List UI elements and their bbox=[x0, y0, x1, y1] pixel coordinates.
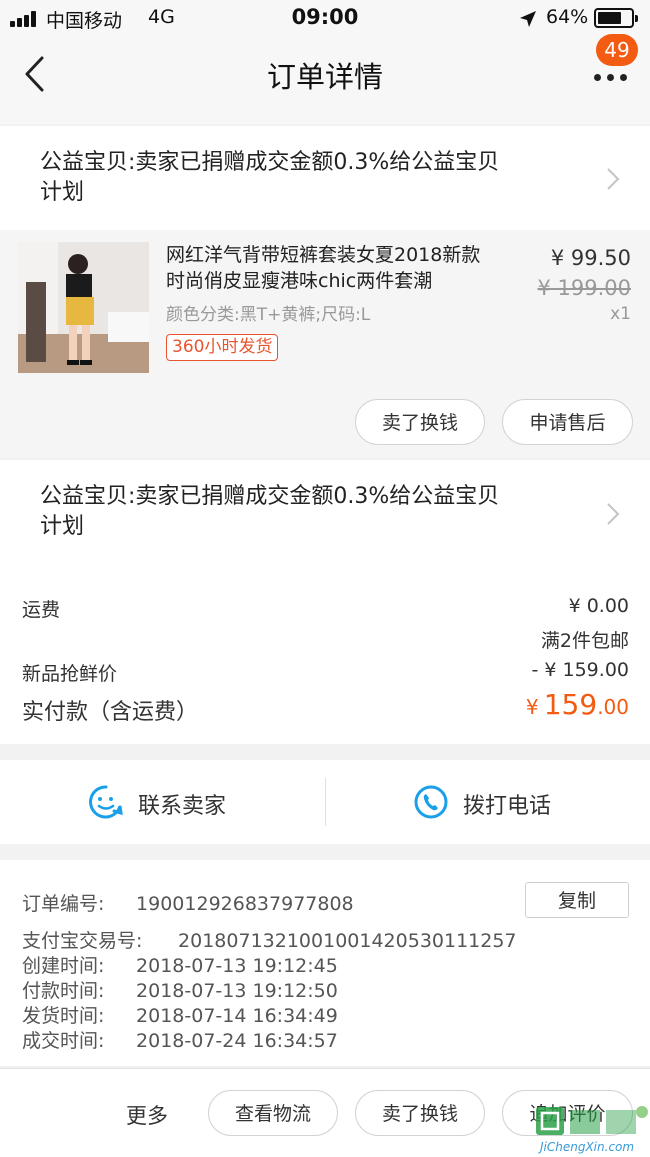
charity-notice-2[interactable]: 公益宝贝:卖家已捐赠成交金额0.3%给公益宝贝 计划 bbox=[0, 460, 650, 564]
shipped-time-label: 发货时间: bbox=[22, 1005, 105, 1027]
site-watermark: JiChengXin.com bbox=[534, 1104, 650, 1156]
shipped-time-row: 发货时间: 2018-07-14 16:34:49 bbox=[22, 1001, 338, 1028]
alipay-trade-number: 2018071321001001420530111257 bbox=[178, 930, 517, 952]
completed-time-label: 成交时间: bbox=[22, 1030, 105, 1052]
product-title[interactable]: 网红洋气背带短裤套装女夏2018新款 时尚俏皮显瘦港味chic两件套潮 bbox=[166, 242, 526, 294]
call-phone-label: 拨打电话 bbox=[463, 794, 552, 819]
alipay-trade-row: 支付宝交易号: 2018071321001001420530111257 bbox=[22, 926, 517, 953]
status-bar: 中国移动 4G 09:00 64% bbox=[0, 0, 650, 38]
paid-time-row: 付款时间: 2018-07-13 19:12:50 bbox=[22, 976, 338, 1003]
notification-badge: 49 bbox=[596, 34, 638, 66]
resell-bottom-button[interactable]: 卖了换钱 bbox=[355, 1090, 485, 1136]
chevron-right-icon bbox=[607, 168, 620, 190]
total-decimal: .00 bbox=[597, 695, 629, 719]
total-integer: 159 bbox=[543, 688, 598, 721]
view-logistics-button[interactable]: 查看物流 bbox=[208, 1090, 338, 1136]
charity-notice-line1: 公益宝贝:卖家已捐赠成交金额0.3%给公益宝贝 bbox=[40, 150, 500, 175]
completed-time: 2018-07-24 16:34:57 bbox=[136, 1030, 338, 1052]
charity-notice-line2: 计划 bbox=[40, 514, 85, 539]
product-thumbnail[interactable] bbox=[18, 242, 149, 373]
location-arrow-icon bbox=[520, 11, 536, 27]
order-number: 190012926837977808 bbox=[136, 893, 354, 915]
more-icon[interactable] bbox=[594, 74, 628, 82]
battery-icon bbox=[594, 8, 638, 28]
charity-notice-line2: 计划 bbox=[40, 180, 85, 205]
total-paid-label: 实付款（含运费） bbox=[22, 700, 199, 725]
original-price: ¥ 199.00 bbox=[537, 276, 631, 300]
product-title-line1: 网红洋气背带短裤套装女夏2018新款 bbox=[166, 244, 481, 266]
completed-time-row: 成交时间: 2018-07-24 16:34:57 bbox=[22, 1026, 338, 1053]
watermark-logo-icon bbox=[536, 1106, 648, 1135]
more-button[interactable]: 更多 bbox=[126, 1100, 168, 1130]
shipping-fee-value: ¥ 0.00 bbox=[568, 595, 629, 617]
created-time: 2018-07-13 19:12:45 bbox=[136, 955, 338, 977]
charity-notice[interactable]: 公益宝贝:卖家已捐赠成交金额0.3%给公益宝贝 计划 bbox=[0, 126, 650, 230]
discount-label: 新品抢鲜价 bbox=[22, 663, 118, 685]
chat-smile-icon bbox=[89, 785, 123, 819]
order-number-row: 订单编号: 190012926837977808 bbox=[22, 889, 354, 916]
page-title: 订单详情 bbox=[266, 60, 383, 94]
copy-button[interactable]: 复制 bbox=[525, 882, 629, 918]
phone-icon bbox=[414, 785, 448, 819]
product-title-line2: 时尚俏皮显瘦港味chic两件套潮 bbox=[166, 270, 433, 292]
shipping-fee-label: 运费 bbox=[22, 599, 61, 621]
paid-time: 2018-07-13 19:12:50 bbox=[136, 980, 338, 1002]
created-time-label: 创建时间: bbox=[22, 955, 105, 977]
contact-seller-label: 联系卖家 bbox=[138, 794, 227, 819]
product-sku: 颜色分类:黑T+黄裤;尺码:L bbox=[166, 305, 371, 325]
contact-seller-button[interactable]: 联系卖家 bbox=[0, 760, 325, 844]
battery-percent: 64% bbox=[546, 6, 589, 28]
order-number-label: 订单编号: bbox=[22, 893, 105, 915]
paid-time-label: 付款时间: bbox=[22, 980, 105, 1002]
total-currency: ¥ bbox=[525, 695, 539, 719]
nav-bar: 订单详情 49 bbox=[0, 34, 650, 124]
product-price: ¥ 99.50 bbox=[550, 246, 631, 270]
shipped-time: 2018-07-14 16:34:49 bbox=[136, 1005, 338, 1027]
apply-after-sale-button[interactable]: 申请售后 bbox=[502, 399, 633, 445]
resell-button[interactable]: 卖了换钱 bbox=[355, 399, 485, 445]
chevron-right-icon bbox=[607, 503, 620, 525]
shipping-tag: 360小时发货 bbox=[166, 334, 279, 361]
total-paid-value: ¥ 159.00 bbox=[526, 688, 629, 721]
product-quantity: x1 bbox=[610, 304, 631, 324]
call-phone-button[interactable]: 拨打电话 bbox=[326, 760, 650, 844]
shipping-fee-note: 满2件包邮 bbox=[540, 630, 629, 652]
watermark-url: JiChengXin.com bbox=[540, 1140, 635, 1154]
created-time-row: 创建时间: 2018-07-13 19:12:45 bbox=[22, 951, 338, 978]
alipay-trade-label: 支付宝交易号: bbox=[22, 930, 143, 952]
charity-notice-line1: 公益宝贝:卖家已捐赠成交金额0.3%给公益宝贝 bbox=[40, 484, 500, 509]
discount-value: - ¥ 159.00 bbox=[531, 659, 629, 681]
